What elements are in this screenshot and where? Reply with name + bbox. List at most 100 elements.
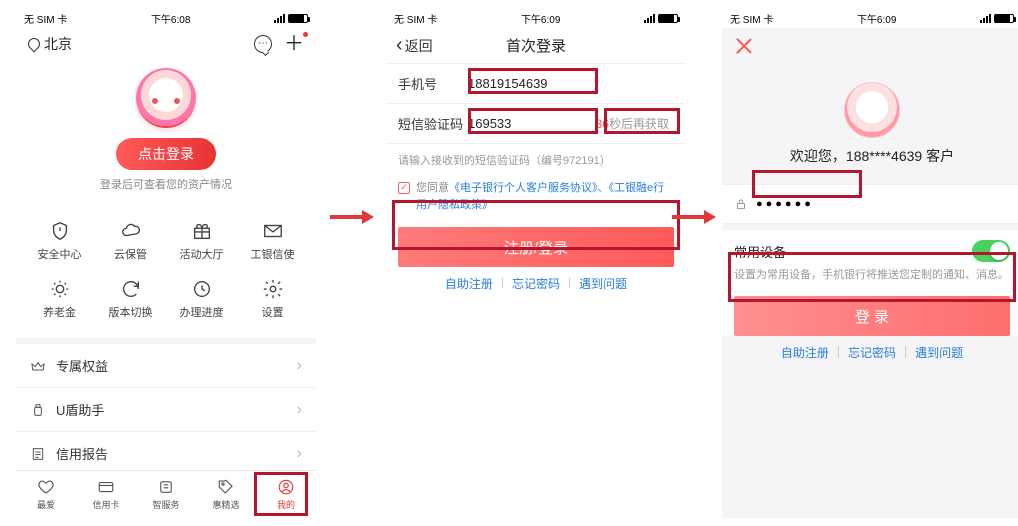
grid-label: 设置 xyxy=(262,304,284,320)
gear-icon xyxy=(262,278,284,300)
trusted-device-switch[interactable] xyxy=(972,240,1010,262)
link-self-register[interactable]: 自助注册 xyxy=(781,344,829,361)
battery-icon xyxy=(658,14,678,23)
tab-label: 惠精选 xyxy=(212,498,239,511)
crown-icon xyxy=(30,358,46,374)
notification-dot xyxy=(303,32,308,37)
link-trouble[interactable]: 遇到问题 xyxy=(915,344,963,361)
status-time: 下午6:08 xyxy=(151,11,190,26)
grid-item-cloud[interactable]: 云保管 xyxy=(95,220,166,262)
report-icon xyxy=(30,446,46,462)
heart-icon xyxy=(37,478,55,496)
tab-label: 最爱 xyxy=(37,498,55,511)
screen-profile: 无 SIM 卡 下午6:08 北京 ＋ 点击登录 登录后可查看您的资产情况 安全… xyxy=(16,8,316,518)
grid-item-courier[interactable]: 工银信使 xyxy=(237,220,308,262)
grid-label: 办理进度 xyxy=(180,304,224,320)
avatar xyxy=(844,82,900,138)
menu-label: 专属权益 xyxy=(56,356,108,375)
profile-header: 点击登录 登录后可查看您的资产情况 xyxy=(16,68,316,192)
location-selector[interactable]: 北京 xyxy=(28,34,72,54)
phone-input[interactable]: 18819154639 xyxy=(468,76,548,91)
grid-item-settings[interactable]: 设置 xyxy=(237,278,308,320)
signal-icon xyxy=(644,14,655,23)
row-sms-code: 短信验证码 169533 36秒后再获取 xyxy=(386,104,686,144)
grid-label: 安全中心 xyxy=(38,246,82,262)
tab-label: 智服务 xyxy=(152,498,179,511)
status-bar: 无 SIM 卡 下午6:09 xyxy=(386,8,686,28)
screen-first-login: 无 SIM 卡 下午6:09 返回 首次登录 手机号 18819154639 短… xyxy=(386,8,686,518)
service-icon xyxy=(157,478,175,496)
messages-icon[interactable] xyxy=(254,35,272,53)
link-forgot-password[interactable]: 忘记密码 xyxy=(512,275,560,292)
lock-icon xyxy=(734,197,748,211)
grid-label: 版本切换 xyxy=(109,304,153,320)
shield-icon xyxy=(49,220,71,242)
sun-icon xyxy=(49,278,71,300)
feature-grid: 安全中心 云保管 活动大厅 工银信使 养老金 版本切换 办理进度 设置 xyxy=(16,220,316,320)
grid-item-security[interactable]: 安全中心 xyxy=(24,220,95,262)
signal-icon xyxy=(274,14,285,23)
location-text: 北京 xyxy=(44,34,72,54)
tag-icon xyxy=(217,478,235,496)
grid-item-version[interactable]: 版本切换 xyxy=(95,278,166,320)
submit-button[interactable]: 注册/登录 xyxy=(398,227,674,267)
card-icon xyxy=(97,478,115,496)
flow-arrow-icon xyxy=(330,210,374,224)
gift-icon xyxy=(191,220,213,242)
agreement-link-1[interactable]: 《电子银行个人客户服务协议》 xyxy=(449,182,598,194)
agreement-row: 您同意《电子银行个人客户服务协议》、《工银融e行用户隐私政策》 xyxy=(386,176,686,221)
resend-button[interactable]: 36秒后再获取 xyxy=(591,112,674,135)
nav-bar: 返回 首次登录 xyxy=(386,28,686,64)
tab-smart-service[interactable]: 智服务 xyxy=(136,471,196,518)
mail-icon xyxy=(262,220,284,242)
flow-arrow-icon xyxy=(672,210,716,224)
trusted-device-row: 常用设备 xyxy=(722,230,1018,266)
add-icon[interactable]: ＋ xyxy=(284,34,304,54)
grid-item-progress[interactable]: 办理进度 xyxy=(166,278,237,320)
row-phone: 手机号 18819154639 xyxy=(386,64,686,104)
help-links: 自助注册| 忘记密码| 遇到问题 xyxy=(722,344,1018,361)
help-links: 自助注册| 忘记密码| 遇到问题 xyxy=(386,275,686,292)
login-button[interactable]: 点击登录 xyxy=(116,138,216,170)
signal-icon xyxy=(980,14,991,23)
tab-credit-card[interactable]: 信用卡 xyxy=(76,471,136,518)
grid-label: 活动大厅 xyxy=(180,246,224,262)
close-icon xyxy=(734,36,754,56)
password-input[interactable]: ●●●●●● xyxy=(756,198,814,210)
phone-label: 手机号 xyxy=(398,74,468,93)
link-trouble[interactable]: 遇到问题 xyxy=(579,275,627,292)
page-title: 首次登录 xyxy=(506,35,566,56)
login-hint: 登录后可查看您的资产情况 xyxy=(16,176,316,192)
link-forgot-password[interactable]: 忘记密码 xyxy=(848,344,896,361)
grid-item-activity[interactable]: 活动大厅 xyxy=(166,220,237,262)
cloud-icon xyxy=(120,220,142,242)
grid-item-pension[interactable]: 养老金 xyxy=(24,278,95,320)
password-row: ●●●●●● xyxy=(722,184,1018,224)
code-input[interactable]: 169533 xyxy=(468,116,511,131)
toggle-label: 常用设备 xyxy=(734,242,786,261)
toggle-hint: 设置为常用设备，手机银行将推送您定制的通知、消息。 xyxy=(722,266,1018,290)
welcome-text: 欢迎您，188****4639 客户 xyxy=(722,146,1018,166)
grid-label: 养老金 xyxy=(43,304,76,320)
back-button[interactable]: 返回 xyxy=(396,34,433,57)
close-button[interactable] xyxy=(722,28,1018,64)
code-hint: 请输入接收到的短信验证码（编号972191） xyxy=(386,144,686,176)
status-bar: 无 SIM 卡 下午6:09 xyxy=(722,8,1018,28)
menu-row-privileges[interactable]: 专属权益 xyxy=(16,344,316,388)
link-self-register[interactable]: 自助注册 xyxy=(445,275,493,292)
agreement-checkbox[interactable] xyxy=(398,182,410,194)
clock-icon xyxy=(191,278,213,300)
menu-row-ukey[interactable]: U盾助手 xyxy=(16,388,316,432)
grid-label: 工银信使 xyxy=(251,246,295,262)
tab-favorite[interactable]: 最爱 xyxy=(16,471,76,518)
login-button[interactable]: 登 录 xyxy=(734,296,1010,336)
menu-label: U盾助手 xyxy=(56,400,104,419)
tab-deals[interactable]: 惠精选 xyxy=(196,471,256,518)
menu-label: 信用报告 xyxy=(56,444,108,463)
status-bar: 无 SIM 卡 下午6:08 xyxy=(16,8,316,28)
battery-icon xyxy=(994,14,1014,23)
carrier-text: 无 SIM 卡 xyxy=(24,11,67,26)
refresh-icon xyxy=(120,278,142,300)
grid-label: 云保管 xyxy=(114,246,147,262)
code-label: 短信验证码 xyxy=(398,114,468,133)
